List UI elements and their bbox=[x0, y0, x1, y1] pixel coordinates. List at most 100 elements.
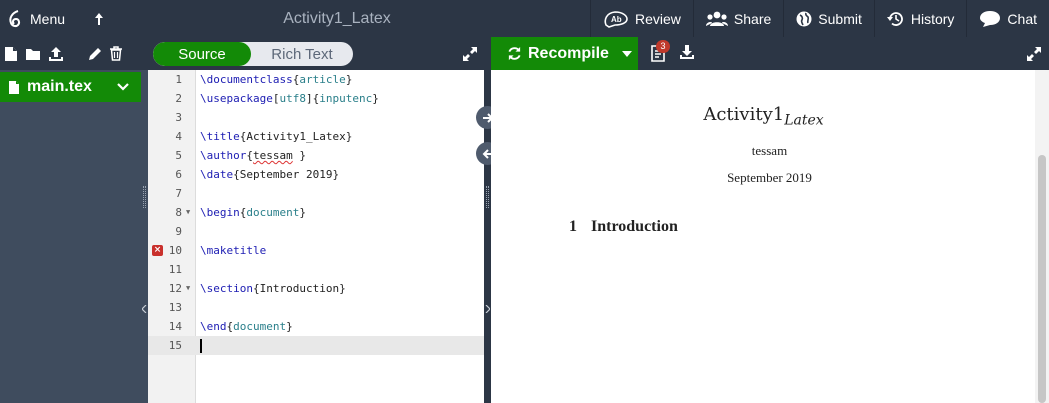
top-bar: Menu Activity1_Latex Ab Review Share Sub… bbox=[0, 0, 1049, 37]
source-mode-button[interactable]: Source bbox=[153, 42, 251, 66]
latex-command: \end bbox=[200, 320, 227, 333]
download-pdf-icon[interactable] bbox=[679, 44, 695, 60]
code-line[interactable]: 15 bbox=[148, 336, 484, 355]
file-tree-item-main-tex[interactable]: main.tex bbox=[0, 72, 141, 102]
fold-toggle-icon[interactable]: ▼ bbox=[186, 203, 190, 222]
pdf-section-heading: 1 Introduction bbox=[569, 218, 678, 236]
code-line[interactable]: 8 ▼ \begin{document} bbox=[148, 203, 484, 222]
chevron-down-icon[interactable] bbox=[117, 83, 129, 91]
file-name: main.tex bbox=[27, 78, 92, 95]
file-tree-resizer[interactable] bbox=[141, 70, 148, 403]
submit-button[interactable]: Submit bbox=[783, 0, 874, 37]
code-line[interactable]: 11 bbox=[148, 260, 484, 279]
preview-scrollbar[interactable] bbox=[1035, 70, 1049, 403]
latex-command: \title bbox=[200, 130, 240, 143]
code-text: \end{document} bbox=[200, 317, 293, 336]
pdf-section-title: Introduction bbox=[591, 218, 678, 235]
latex-command: \begin bbox=[200, 206, 240, 219]
recompile-options-dropdown[interactable] bbox=[616, 50, 638, 57]
code-line[interactable]: 1 \documentclass{article} bbox=[148, 70, 484, 89]
review-label: Review bbox=[635, 10, 681, 27]
pdf-section-number: 1 bbox=[569, 218, 577, 235]
code-line[interactable]: 12 ▼ \section{Introduction} bbox=[148, 279, 484, 298]
topbar-actions: Ab Review Share Submit History Chat bbox=[590, 0, 1049, 37]
globe-icon bbox=[796, 11, 812, 26]
code-line[interactable]: 14 \end{document} bbox=[148, 317, 484, 336]
project-title[interactable]: Activity1_Latex bbox=[220, 0, 454, 37]
expand-preview-icon[interactable] bbox=[1026, 46, 1042, 62]
recompile-main[interactable]: Recompile bbox=[491, 45, 616, 63]
pdf-preview[interactable]: Activity1Latex tessam September 2019 1 I… bbox=[491, 70, 1049, 403]
review-button[interactable]: Ab Review bbox=[590, 0, 693, 37]
expand-editor-icon[interactable] bbox=[462, 46, 478, 62]
line-number: 13 bbox=[168, 301, 182, 314]
share-icon bbox=[705, 11, 728, 26]
menu-button[interactable]: Menu bbox=[0, 0, 78, 37]
code-line[interactable]: 13 bbox=[148, 298, 484, 317]
code-line[interactable]: 7 bbox=[148, 184, 484, 203]
line-number: 5 bbox=[175, 149, 182, 162]
code-line[interactable]: 2 \usepackage[utf8]{inputenc} bbox=[148, 89, 484, 108]
file-icon bbox=[9, 80, 19, 94]
line-number: 8 bbox=[175, 206, 182, 219]
new-file-icon[interactable] bbox=[4, 46, 18, 62]
share-label: Share bbox=[733, 10, 772, 27]
line-number: 9 bbox=[175, 225, 182, 238]
latex-command: \author bbox=[200, 149, 247, 162]
code-text: \date{September 2019} bbox=[200, 165, 339, 184]
review-icon: Ab bbox=[604, 10, 628, 28]
editor-mode-toggle: Source Rich Text bbox=[153, 42, 353, 66]
history-icon bbox=[886, 11, 903, 26]
svg-text:Ab: Ab bbox=[611, 15, 622, 24]
menu-label: Menu bbox=[30, 10, 66, 27]
latex-command: \section bbox=[200, 282, 253, 295]
line-number: 1 bbox=[175, 73, 182, 86]
chat-button[interactable]: Chat bbox=[966, 0, 1049, 37]
recompile-button[interactable]: Recompile bbox=[491, 37, 638, 70]
logs-count-badge[interactable]: 3 bbox=[656, 40, 670, 53]
code-line[interactable]: 9 bbox=[148, 222, 484, 241]
collapse-right-icon[interactable] bbox=[485, 305, 490, 313]
latex-arguments: {September 2019} bbox=[233, 168, 340, 181]
fold-toggle-icon[interactable]: ▼ bbox=[186, 279, 190, 298]
new-folder-icon[interactable] bbox=[25, 47, 41, 61]
line-number: 7 bbox=[175, 187, 182, 200]
share-button[interactable]: Share bbox=[692, 0, 783, 37]
latex-command: \documentclass bbox=[200, 73, 293, 86]
latex-arguments: {tessam } bbox=[246, 149, 306, 162]
code-line[interactable]: 3 bbox=[148, 108, 484, 127]
line-number: 14 bbox=[168, 320, 182, 333]
code-line[interactable]: 6 \date{September 2019} bbox=[148, 165, 484, 184]
line-number: 6 bbox=[175, 168, 182, 181]
history-button[interactable]: History bbox=[873, 0, 967, 37]
rename-pencil-icon[interactable] bbox=[88, 47, 102, 61]
resize-handle[interactable] bbox=[486, 186, 489, 208]
pdf-author: tessam bbox=[751, 143, 788, 158]
upload-icon[interactable] bbox=[48, 46, 64, 62]
file-tree-panel: main.tex bbox=[0, 70, 141, 403]
pdf-date: September 2019 bbox=[727, 170, 812, 185]
code-line[interactable]: 4 \title{Activity1_Latex} bbox=[148, 127, 484, 146]
refresh-icon bbox=[508, 46, 521, 61]
chat-icon bbox=[980, 10, 1001, 27]
code-editor[interactable]: 1 \documentclass{article} 2 \usepackage[utf… bbox=[148, 70, 484, 403]
latex-arguments: {Introduction} bbox=[252, 282, 346, 295]
line-number: 15 bbox=[168, 339, 182, 352]
code-text: \begin{document} bbox=[200, 203, 306, 222]
code-text: \section{Introduction} bbox=[200, 279, 346, 298]
rich-text-mode-button[interactable]: Rich Text bbox=[251, 42, 353, 66]
chat-label: Chat bbox=[1007, 10, 1037, 27]
collapse-left-icon[interactable] bbox=[142, 305, 147, 313]
resize-handle[interactable] bbox=[143, 186, 146, 208]
file-tree-toolbar bbox=[4, 37, 123, 70]
back-to-projects-button[interactable] bbox=[88, 0, 110, 37]
caret-down-icon bbox=[622, 50, 632, 57]
delete-trash-icon[interactable] bbox=[109, 46, 123, 61]
code-line[interactable]: 5 \author{tessam } bbox=[148, 146, 484, 165]
latex-command: \maketitle bbox=[200, 244, 267, 257]
line-number: 11 bbox=[168, 263, 182, 276]
scrollbar-thumb[interactable] bbox=[1038, 155, 1046, 403]
code-line[interactable]: × 10 \maketitle bbox=[148, 241, 484, 260]
arrow-up-icon bbox=[95, 12, 103, 25]
latex-command: \usepackage bbox=[200, 92, 273, 105]
